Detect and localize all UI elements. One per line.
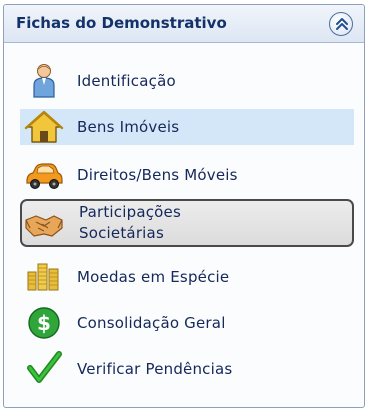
- menu-item-label-line2: Societárias: [79, 224, 164, 242]
- svg-text:$: $: [37, 311, 51, 335]
- panel-title: Fichas do Demonstrativo: [16, 14, 227, 32]
- checkmark-icon: [24, 350, 64, 386]
- fichas-panel: Fichas do Demonstrativo Identificação Be…: [3, 4, 365, 408]
- coins-icon: [24, 258, 64, 294]
- menu-item-label: Moedas em Espécie: [77, 268, 230, 286]
- person-icon: [24, 63, 64, 99]
- house-icon: [24, 109, 64, 145]
- menu-item-label: Bens Imóveis: [77, 118, 180, 136]
- menu-item-participacoes-societarias[interactable]: Participações Societárias: [20, 199, 354, 247]
- collapse-button[interactable]: [329, 12, 353, 36]
- dollar-icon: $: [24, 305, 64, 341]
- panel-header: Fichas do Demonstrativo: [4, 5, 364, 43]
- menu-item-label-line1: Participações: [79, 203, 181, 221]
- menu-item-verificar-pendencias[interactable]: Verificar Pendências: [20, 349, 354, 387]
- menu-item-label: Identificação: [77, 72, 176, 90]
- menu-item-moedas-em-especie[interactable]: Moedas em Espécie: [20, 257, 354, 295]
- double-chevron-up-icon: [336, 18, 348, 30]
- menu-item-identificacao[interactable]: Identificação: [20, 61, 354, 101]
- menu-item-label: Consolidação Geral: [77, 314, 226, 332]
- menu-item-label: Direitos/Bens Móveis: [77, 166, 238, 184]
- menu-item-consolidacao-geral[interactable]: $ Consolidação Geral: [20, 303, 354, 343]
- handshake-icon: [24, 206, 64, 242]
- menu-item-direitos-bens-moveis[interactable]: Direitos/Bens Móveis: [20, 155, 354, 193]
- car-icon: [24, 157, 64, 193]
- menu-item-bens-imoveis[interactable]: Bens Imóveis: [20, 109, 354, 145]
- menu-item-label: Verificar Pendências: [77, 360, 233, 378]
